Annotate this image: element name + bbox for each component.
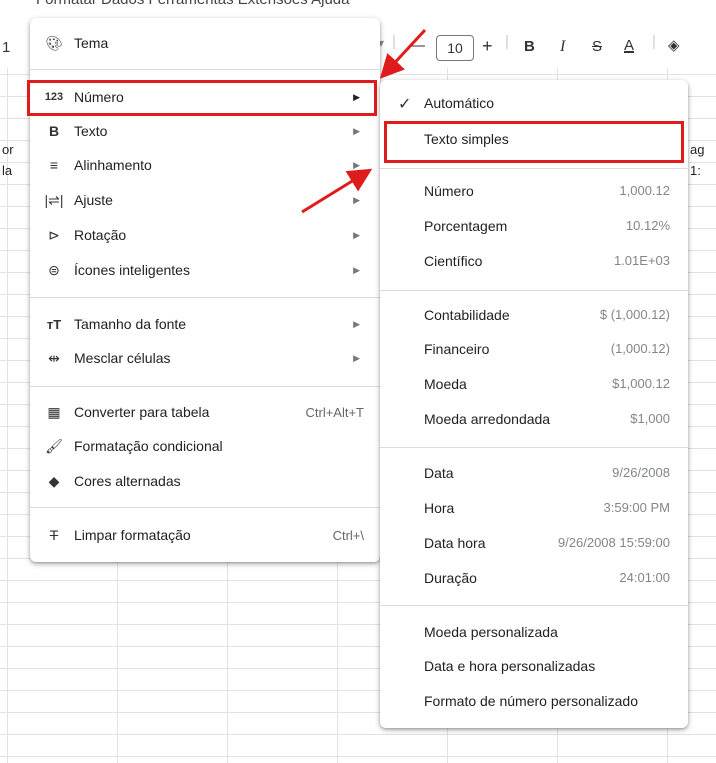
arrow-to-texto-simples <box>301 168 373 214</box>
arrow-to-numero <box>379 28 427 79</box>
annotation-arrows <box>301 28 427 214</box>
